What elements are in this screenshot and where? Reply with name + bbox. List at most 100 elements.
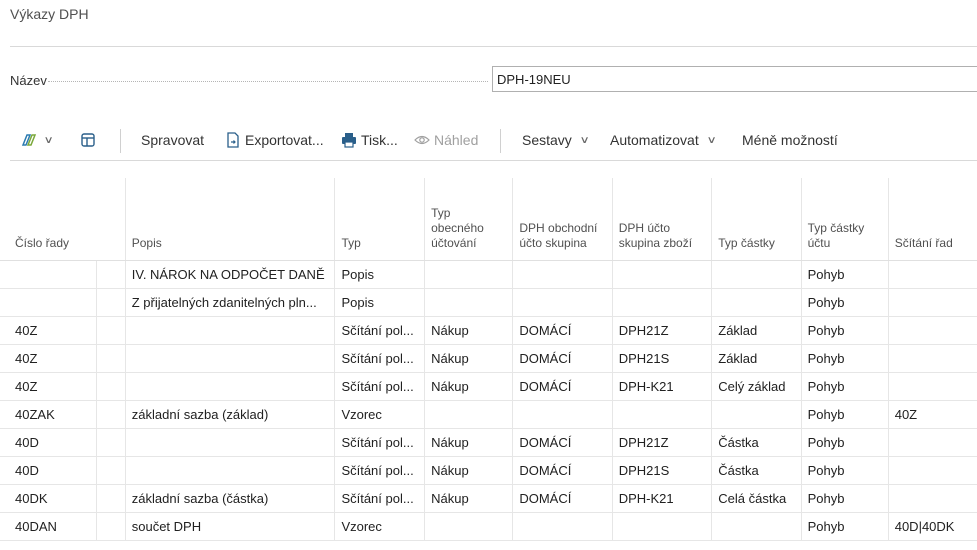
table-row[interactable]: 40D Sčítání pol... Nákup DOMÁCÍ DPH21Z Částka… — [0, 428, 977, 457]
table-cell[interactable]: 40D — [0, 456, 97, 485]
table-cell[interactable] — [124, 372, 335, 401]
table-cell[interactable]: Popis — [334, 288, 425, 317]
column-header[interactable]: Typ — [334, 178, 425, 261]
table-cell[interactable]: 40Z — [887, 400, 977, 429]
table-cell[interactable]: Nákup — [424, 428, 513, 457]
table-cell[interactable] — [95, 512, 126, 541]
table-cell[interactable] — [95, 372, 126, 401]
print-button[interactable]: Tisk... — [341, 132, 398, 148]
table-cell[interactable] — [887, 428, 977, 457]
table-cell[interactable]: 40D|40DK — [887, 512, 977, 541]
table-cell[interactable]: Nákup — [424, 484, 513, 513]
table-cell[interactable] — [512, 400, 613, 429]
table-row[interactable]: 40Z Sčítání pol... Nákup DOMÁCÍ DPH21S Základ… — [0, 344, 977, 373]
table-row[interactable]: 40DAN součet DPH Vzorec Pohyb 40D|40DK — [0, 512, 977, 541]
table-cell[interactable]: Nákup — [424, 344, 513, 373]
table-row[interactable]: 40D Sčítání pol... Nákup DOMÁCÍ DPH21S Částka… — [0, 456, 977, 485]
table-cell[interactable] — [95, 344, 126, 373]
table-cell[interactable]: 40DK — [0, 484, 97, 513]
table-cell[interactable] — [124, 428, 335, 457]
table-cell[interactable]: DOMÁCÍ — [512, 428, 613, 457]
table-cell[interactable] — [95, 316, 126, 345]
table-cell[interactable]: DOMÁCÍ — [512, 344, 613, 373]
table-cell[interactable] — [95, 456, 126, 485]
table-cell[interactable] — [424, 400, 513, 429]
table-cell[interactable]: 40D — [0, 428, 97, 457]
table-cell[interactable]: Základ — [711, 344, 802, 373]
table-cell[interactable]: Nákup — [424, 372, 513, 401]
table-cell[interactable] — [95, 288, 126, 317]
table-cell[interactable]: 40Z — [0, 344, 97, 373]
table-cell[interactable] — [512, 512, 613, 541]
table-row[interactable]: IV. NÁROK NA ODPOČET DANĚ Popis Pohyb — [0, 260, 977, 289]
table-cell[interactable] — [711, 288, 802, 317]
table-cell[interactable] — [95, 260, 126, 289]
column-header[interactable]: DPH účto skupina zboží — [611, 178, 712, 261]
table-cell[interactable] — [611, 260, 712, 289]
table-cell[interactable]: Sčítání pol... — [334, 428, 425, 457]
table-cell[interactable]: 40Z — [0, 372, 97, 401]
table-cell[interactable]: Sčítání pol... — [334, 456, 425, 485]
table-cell[interactable] — [0, 260, 97, 289]
table-cell[interactable]: Částka — [711, 428, 802, 457]
table-cell[interactable]: základní sazba (základ) — [124, 400, 335, 429]
name-input[interactable]: DPH-19NEU — [492, 66, 977, 92]
table-cell[interactable]: DPH-K21 — [611, 484, 712, 513]
table-row[interactable]: 40ZAK základní sazba (základ) Vzorec Pohyb 4… — [0, 400, 977, 429]
column-header[interactable]: Typ částky — [711, 178, 802, 261]
table-cell[interactable]: DOMÁCÍ — [512, 484, 613, 513]
table-cell[interactable] — [887, 484, 977, 513]
fewer-options-button[interactable]: Méně možností — [742, 132, 838, 148]
column-header[interactable]: Popis — [124, 178, 335, 261]
table-cell[interactable]: Částka — [711, 456, 802, 485]
table-cell[interactable]: 40DAN — [0, 512, 97, 541]
table-cell[interactable] — [424, 512, 513, 541]
table-cell[interactable]: DOMÁCÍ — [512, 456, 613, 485]
table-cell[interactable]: 40Z — [0, 316, 97, 345]
table-cell[interactable]: Z přijatelných zdanitelných pln... — [124, 288, 335, 317]
table-cell[interactable] — [124, 344, 335, 373]
table-cell[interactable]: DPH21Z — [611, 428, 712, 457]
table-cell[interactable] — [424, 288, 513, 317]
table-cell[interactable]: DPH21Z — [611, 316, 712, 345]
column-header[interactable]: DPH obchodní účto skupina — [512, 178, 613, 261]
table-cell[interactable]: Popis — [334, 260, 425, 289]
table-cell[interactable] — [95, 400, 126, 429]
table-cell[interactable]: Celá částka — [711, 484, 802, 513]
column-header[interactable]: Číslo řady — [0, 178, 97, 261]
table-cell[interactable]: Základ — [711, 316, 802, 345]
table-row[interactable]: 40Z Sčítání pol... Nákup DOMÁCÍ DPH21Z Základ… — [0, 316, 977, 345]
table-cell[interactable]: Celý základ — [711, 372, 802, 401]
table-cell[interactable]: Sčítání pol... — [334, 484, 425, 513]
table-cell[interactable]: Sčítání pol... — [334, 344, 425, 373]
table-cell[interactable]: Pohyb — [800, 484, 889, 513]
table-cell[interactable]: IV. NÁROK NA ODPOČET DANĚ — [124, 260, 335, 289]
table-cell[interactable]: DOMÁCÍ — [512, 316, 613, 345]
table-cell[interactable] — [124, 316, 335, 345]
table-cell[interactable]: Pohyb — [800, 316, 889, 345]
table-row[interactable]: Z přijatelných zdanitelných pln... Popis P… — [0, 288, 977, 317]
table-cell[interactable] — [711, 400, 802, 429]
table-cell[interactable] — [95, 484, 126, 513]
table-cell[interactable] — [887, 456, 977, 485]
table-cell[interactable]: 40ZAK — [0, 400, 97, 429]
table-cell[interactable]: Vzorec — [334, 400, 425, 429]
table-cell[interactable] — [887, 316, 977, 345]
export-button[interactable]: Exportovat... — [225, 132, 324, 148]
table-cell[interactable]: DOMÁCÍ — [512, 372, 613, 401]
table-cell[interactable]: Pohyb — [800, 288, 889, 317]
preview-button[interactable]: Náhled — [414, 132, 478, 148]
column-header[interactable]: Typ obecného účtování — [424, 178, 513, 261]
table-cell[interactable] — [711, 260, 802, 289]
table-cell[interactable]: základní sazba (částka) — [124, 484, 335, 513]
table-cell[interactable] — [0, 288, 97, 317]
table-cell[interactable] — [887, 344, 977, 373]
table-cell[interactable]: Nákup — [424, 316, 513, 345]
table-cell[interactable]: DPH21S — [611, 344, 712, 373]
table-cell[interactable]: Pohyb — [800, 428, 889, 457]
table-cell[interactable] — [611, 400, 712, 429]
table-cell[interactable]: Pohyb — [800, 344, 889, 373]
table-cell[interactable]: Pohyb — [800, 372, 889, 401]
table-cell[interactable]: Vzorec — [334, 512, 425, 541]
table-cell[interactable] — [124, 456, 335, 485]
